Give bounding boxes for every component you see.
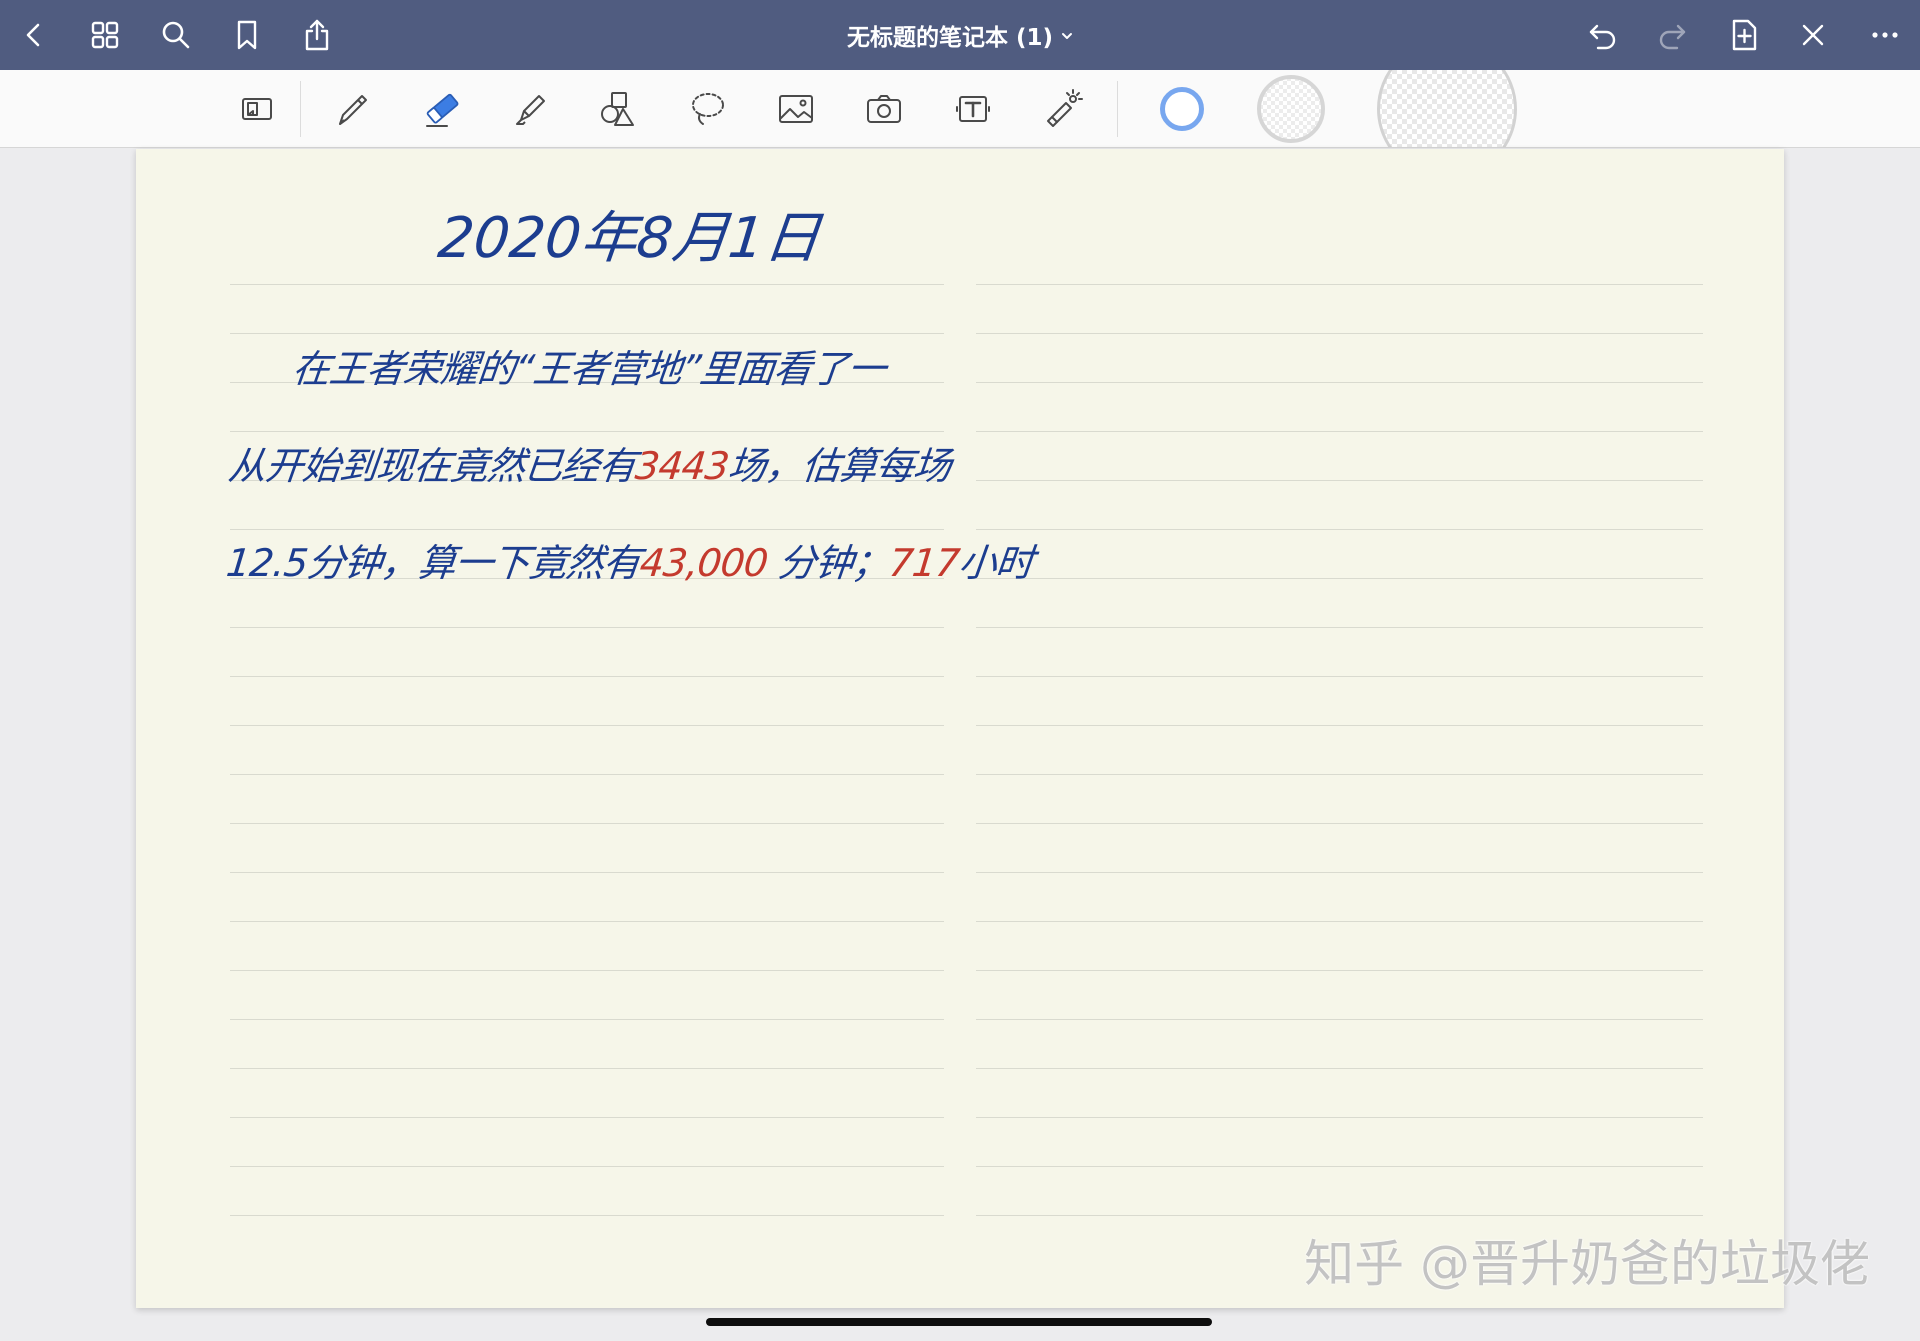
close-icon[interactable] [1795,17,1831,53]
notebook-title: 无标题的笔记本 (1) [846,25,1054,51]
highlighter-icon[interactable] [508,87,552,131]
ruled-lines-right-column [976,236,1703,1216]
handwritten-number-red: 3443 [633,444,731,488]
back-icon[interactable] [16,17,52,53]
stroke-size-swatch[interactable] [1377,70,1517,147]
handwritten-number-red: 43,000 [637,541,770,585]
handwritten-text: 场，估算每场 [725,444,953,488]
pen-icon[interactable] [331,87,375,131]
share-icon[interactable] [299,17,335,53]
notebook-title-button[interactable]: 无标题的笔记本 (1) [847,0,1073,70]
grid-icon[interactable] [87,17,123,53]
handwritten-number-red: 717 [886,541,962,585]
toolbar-divider [1117,81,1118,137]
handwritten-text: 小时 [956,541,1036,585]
redo-icon[interactable] [1655,17,1691,53]
shapes-icon[interactable] [596,87,640,131]
more-icon[interactable] [1867,17,1903,53]
handwritten-text: 在王者荣耀的“王者营地”里面看了一 [290,347,888,391]
handwritten-text: 分钟； [764,541,892,585]
color-swatch-gray[interactable] [1257,75,1325,143]
handwritten-date: 2020年8月1日 [435,206,824,271]
notebook-page[interactable]: 2020年8月1日 在王者荣耀的“王者营地”里面看了一 从开始到现在竟然已经有3… [136,149,1784,1308]
bookmark-icon[interactable] [229,17,265,53]
camera-icon[interactable] [862,87,906,131]
handwritten-line: 12.5分钟，算一下竟然有43,000 分钟；717小时 [224,539,1035,587]
top-nav-bar: 无标题的笔记本 (1) [0,0,1920,70]
handwritten-line: 在王者荣耀的“王者营地”里面看了一 [290,345,887,393]
color-swatch-blue[interactable] [1160,87,1204,131]
page-layout-icon[interactable] [235,87,279,131]
image-icon[interactable] [774,87,818,131]
text-box-icon[interactable] [951,87,995,131]
add-page-icon[interactable] [1726,17,1762,53]
eraser-icon[interactable] [421,87,465,131]
laser-pointer-icon[interactable] [1040,87,1084,131]
chevron-down-icon [1061,30,1073,40]
handwritten-text: 从开始到现在竟然已经有 [226,444,638,488]
watermark: 知乎 @晋升奶爸的垃圾佬 [1304,1235,1870,1293]
undo-icon[interactable] [1584,17,1620,53]
search-icon[interactable] [158,17,194,53]
handwritten-line: 从开始到现在竟然已经有3443场，估算每场 [226,442,953,490]
toolbar-divider [300,81,301,137]
handwritten-text: 12.5分钟，算一下竟然有 [224,541,643,585]
lasso-icon[interactable] [686,87,730,131]
home-indicator[interactable] [706,1318,1212,1326]
drawing-toolbar [0,70,1920,148]
